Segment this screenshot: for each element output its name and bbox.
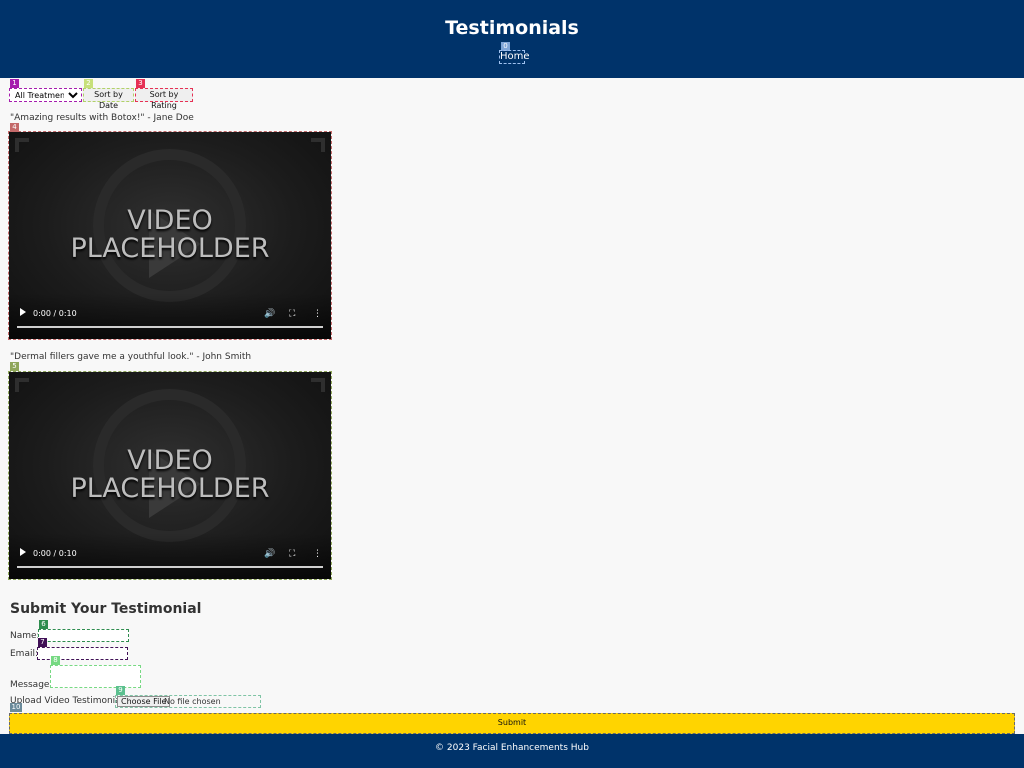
name-label: Name: — [10, 631, 40, 641]
sort-by-rating-button[interactable]: Sort by Rating — [135, 88, 193, 110]
placeholder-line: VIDEO — [127, 205, 213, 236]
name-field[interactable] — [38, 629, 129, 642]
volume-icon[interactable]: 🔊 — [264, 549, 275, 559]
volume-icon[interactable]: 🔊 — [264, 309, 275, 319]
element-tag: 5 — [10, 362, 19, 371]
video-controls: 0:00 / 0:10 🔊 ⛶ ⋮ — [9, 533, 331, 579]
page-title: Testimonials — [445, 17, 579, 39]
placeholder-line: PLACEHOLDER — [70, 233, 270, 264]
video-placeholder-text: VIDEO PLACEHOLDER — [9, 207, 331, 263]
testimonial-quote: "Dermal fillers gave me a youthful look.… — [10, 352, 252, 362]
sort-by-date-button[interactable]: Sort by Date — [83, 88, 134, 110]
video-time: 0:00 / 0:10 — [33, 309, 77, 318]
element-tag: 9 — [116, 686, 125, 695]
testimonial-quote: "Amazing results with Botox!" - Jane Doe — [10, 113, 194, 123]
video-upload-input[interactable]: Choose File No file chosen — [115, 695, 261, 708]
video-seek-bar[interactable] — [17, 326, 323, 328]
choose-file-button[interactable]: Choose File — [117, 696, 171, 707]
message-field[interactable] — [50, 665, 141, 688]
email-label: Email: — [10, 649, 39, 659]
frame-corner-icon — [311, 378, 325, 392]
element-tag: 6 — [39, 620, 48, 629]
video-placeholder-text: VIDEO PLACEHOLDER — [9, 447, 331, 503]
video-time: 0:00 / 0:10 — [33, 549, 77, 558]
frame-corner-icon — [311, 138, 325, 152]
play-icon[interactable] — [20, 308, 26, 316]
message-label: Message: — [10, 680, 53, 690]
element-tag: 7 — [38, 638, 47, 647]
form-title: Submit Your Testimonial — [10, 601, 202, 617]
frame-corner-icon — [15, 138, 29, 152]
upload-label: Upload Video Testimonial: — [10, 696, 127, 706]
play-icon[interactable] — [20, 548, 26, 556]
more-options-icon[interactable]: ⋮ — [313, 309, 322, 319]
video-controls: 0:00 / 0:10 🔊 ⛶ ⋮ — [9, 293, 331, 339]
treatment-filter-select[interactable]: All Treatments — [9, 88, 82, 102]
element-tag: 3 — [136, 79, 145, 88]
fullscreen-icon[interactable]: ⛶ — [289, 549, 295, 559]
element-tag: 1 — [10, 79, 19, 88]
video-player[interactable]: VIDEO PLACEHOLDER 0:00 / 0:10 🔊 ⛶ ⋮ — [8, 371, 332, 580]
more-options-icon[interactable]: ⋮ — [313, 549, 322, 559]
element-tag: 2 — [84, 79, 93, 88]
placeholder-line: VIDEO — [127, 445, 213, 476]
video-seek-bar[interactable] — [17, 566, 323, 568]
placeholder-line: PLACEHOLDER — [70, 473, 270, 504]
page-footer: © 2023 Facial Enhancements Hub — [0, 734, 1024, 768]
frame-corner-icon — [15, 378, 29, 392]
nav-home-link[interactable]: Home — [499, 50, 530, 64]
element-tag: 8 — [51, 656, 60, 665]
fullscreen-icon[interactable]: ⛶ — [289, 309, 295, 319]
file-status-text: No file chosen — [164, 697, 221, 706]
page-header: Testimonials 0 Home — [0, 0, 1024, 78]
element-tag: 10 — [10, 703, 22, 712]
element-tag: 4 — [10, 123, 19, 132]
video-player[interactable]: VIDEO PLACEHOLDER 0:00 / 0:10 🔊 ⛶ ⋮ — [8, 131, 332, 340]
submit-button[interactable]: Submit — [9, 713, 1015, 734]
